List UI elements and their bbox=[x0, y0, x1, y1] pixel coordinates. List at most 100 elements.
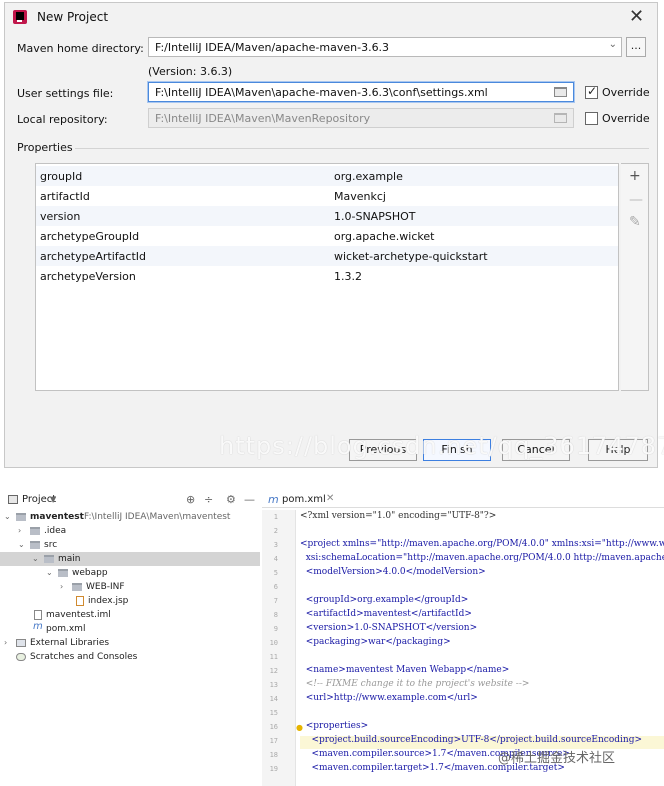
scratches-icon bbox=[16, 653, 26, 661]
tree-item-src[interactable]: ⌄ src bbox=[18, 538, 260, 552]
property-key: artifactId bbox=[40, 190, 90, 203]
tree-item-idea[interactable]: › .idea bbox=[18, 524, 260, 538]
table-row[interactable]: artifactId Mavenkcj bbox=[36, 186, 618, 206]
remove-icon[interactable]: — bbox=[629, 192, 643, 208]
tree-label: .idea bbox=[44, 526, 67, 536]
folder-icon bbox=[30, 527, 40, 535]
user-settings-input[interactable]: F:\IntelliJ IDEA\Maven\apache-maven-3.6.… bbox=[148, 82, 574, 102]
property-value[interactable]: Mavenkcj bbox=[334, 190, 386, 203]
override-repository-checkbox[interactable] bbox=[585, 112, 598, 125]
gear-icon[interactable]: ⚙ bbox=[226, 493, 236, 506]
dialog-title: New Project bbox=[37, 10, 109, 24]
property-key: archetypeArtifactId bbox=[40, 250, 146, 263]
code-line: <name>maventest Maven Webapp</name> bbox=[300, 665, 510, 675]
tab-pom-xml[interactable]: m pom.xml ✕ bbox=[266, 492, 346, 508]
property-value[interactable]: 1.0-SNAPSHOT bbox=[334, 210, 415, 223]
tree-item-maventest-iml[interactable]: maventest.iml bbox=[32, 608, 260, 622]
properties-table[interactable]: groupId org.example artifactId Mavenkcj … bbox=[35, 163, 619, 391]
add-icon[interactable]: + bbox=[629, 168, 641, 184]
maven-home-label: Maven home directory: bbox=[17, 42, 144, 55]
line-number: 18 bbox=[269, 751, 278, 759]
chevron-down-icon[interactable]: ⌄ bbox=[18, 540, 25, 549]
chevron-down-icon[interactable]: ▼ bbox=[50, 495, 56, 504]
tree-label: index.jsp bbox=[88, 596, 129, 606]
folder-icon bbox=[30, 541, 40, 549]
line-number: 11 bbox=[269, 653, 278, 661]
table-row[interactable]: archetypeArtifactId wicket-archetype-qui… bbox=[36, 246, 618, 266]
properties-divider bbox=[75, 148, 649, 149]
tree-label: pom.xml bbox=[46, 624, 86, 634]
maven-version-note: (Version: 3.6.3) bbox=[148, 65, 233, 78]
user-settings-label: User settings file: bbox=[17, 87, 114, 100]
code-line: <project.build.sourceEncoding>UTF-8</pro… bbox=[300, 735, 642, 745]
tree-label: Scratches and Consoles bbox=[30, 652, 138, 662]
chevron-down-icon[interactable]: ⌄ bbox=[32, 554, 39, 563]
tree-label: src bbox=[44, 540, 58, 550]
folder-icon bbox=[72, 583, 82, 591]
code-line: <modelVersion>4.0.0</modelVersion> bbox=[300, 567, 486, 577]
tree-label: External Libraries bbox=[30, 638, 110, 648]
close-icon[interactable]: ✕ bbox=[326, 493, 334, 504]
property-value[interactable]: org.apache.wicket bbox=[334, 230, 434, 243]
chevron-down-icon[interactable]: ⌄ bbox=[4, 512, 11, 521]
tree-item-pom-xml[interactable]: m pom.xml bbox=[32, 621, 260, 636]
new-project-dialog: New Project ✕ Maven home directory: F:/I… bbox=[4, 2, 664, 468]
tree-item-scratches[interactable]: Scratches and Consoles bbox=[4, 650, 260, 664]
ide-window: Project ▼ ⊕ ÷ ⚙ — ⌄ maventest F:\Intelli… bbox=[0, 490, 664, 786]
close-icon[interactable]: ✕ bbox=[629, 6, 644, 27]
hide-icon[interactable]: — bbox=[244, 493, 255, 506]
line-number: 8 bbox=[273, 611, 278, 619]
property-value[interactable]: 1.3.2 bbox=[334, 270, 362, 283]
tree-item-index-jsp[interactable]: index.jsp bbox=[72, 594, 260, 608]
collapse-icon[interactable]: ÷ bbox=[204, 493, 213, 506]
tree-item-external-libraries[interactable]: › External Libraries bbox=[4, 636, 260, 650]
code-line: <version>1.0-SNAPSHOT</version> bbox=[300, 623, 478, 633]
maven-file-icon: m bbox=[268, 493, 279, 506]
folder-icon bbox=[44, 555, 54, 563]
code-line: <?xml version="1.0" encoding="UTF-8"?> bbox=[300, 511, 497, 521]
tree-item-webapp[interactable]: ⌄ webapp bbox=[46, 566, 260, 580]
local-repository-input[interactable]: F:\IntelliJ IDEA\Maven\MavenRepository bbox=[148, 108, 574, 128]
override-settings-checkbox[interactable] bbox=[585, 84, 598, 99]
table-row[interactable]: groupId org.example bbox=[36, 166, 618, 186]
code-line: xsi:schemaLocation="http://maven.apache.… bbox=[300, 553, 664, 563]
chevron-right-icon[interactable]: › bbox=[4, 638, 7, 647]
browse-maven-home-button[interactable]: ... bbox=[626, 37, 646, 57]
juejin-watermark: @稀土掘金技术社区 bbox=[498, 751, 616, 766]
property-key: groupId bbox=[40, 170, 83, 183]
table-row[interactable]: version 1.0-SNAPSHOT bbox=[36, 206, 618, 226]
tree-item-web-inf[interactable]: › WEB-INF bbox=[60, 580, 260, 594]
table-row[interactable]: archetypeGroupId org.apache.wicket bbox=[36, 226, 618, 246]
properties-toolbar: + — ✎ bbox=[621, 163, 649, 391]
tree-item-maventest[interactable]: ⌄ maventest F:\IntelliJ IDEA\Maven\maven… bbox=[4, 510, 260, 524]
folder-icon[interactable] bbox=[554, 113, 567, 123]
tree-item-main[interactable]: ⌄ main bbox=[0, 552, 260, 566]
tree-label: webapp bbox=[72, 568, 108, 578]
chevron-down-icon[interactable]: ⌄ bbox=[46, 568, 53, 577]
property-value[interactable]: org.example bbox=[334, 170, 403, 183]
line-number: 19 bbox=[269, 765, 278, 773]
edit-icon[interactable]: ✎ bbox=[629, 214, 641, 230]
dialog-titlebar: New Project ✕ bbox=[5, 3, 657, 31]
code-line: <groupId>org.example</groupId> bbox=[300, 595, 469, 605]
chevron-right-icon[interactable]: › bbox=[60, 582, 63, 591]
folder-icon[interactable] bbox=[554, 87, 567, 97]
locate-icon[interactable]: ⊕ bbox=[186, 493, 195, 506]
chevron-right-icon[interactable]: › bbox=[18, 526, 21, 535]
iml-file-icon bbox=[34, 610, 42, 620]
property-value[interactable]: wicket-archetype-quickstart bbox=[334, 250, 488, 263]
line-number: 2 bbox=[273, 527, 278, 535]
tree-label: WEB-INF bbox=[86, 582, 125, 592]
chevron-down-icon[interactable]: ⌄ bbox=[609, 39, 617, 50]
user-settings-value: F:\IntelliJ IDEA\Maven\apache-maven-3.6.… bbox=[155, 86, 488, 99]
line-number: 15 bbox=[269, 709, 278, 717]
project-panel-header: Project ▼ ⊕ ÷ ⚙ — bbox=[4, 492, 260, 508]
maven-home-dropdown[interactable]: F:/IntelliJ IDEA/Maven/apache-maven-3.6.… bbox=[148, 37, 622, 57]
folder-icon bbox=[58, 569, 68, 577]
code-editor[interactable]: <?xml version="1.0" encoding="UTF-8"?> <… bbox=[300, 510, 664, 786]
table-row[interactable]: archetypeVersion 1.3.2 bbox=[36, 266, 618, 286]
override-repository-label: Override bbox=[602, 112, 650, 125]
code-line: <url>http://www.example.com</url> bbox=[300, 693, 478, 703]
jsp-file-icon bbox=[76, 596, 84, 606]
line-number: 10 bbox=[269, 639, 278, 647]
